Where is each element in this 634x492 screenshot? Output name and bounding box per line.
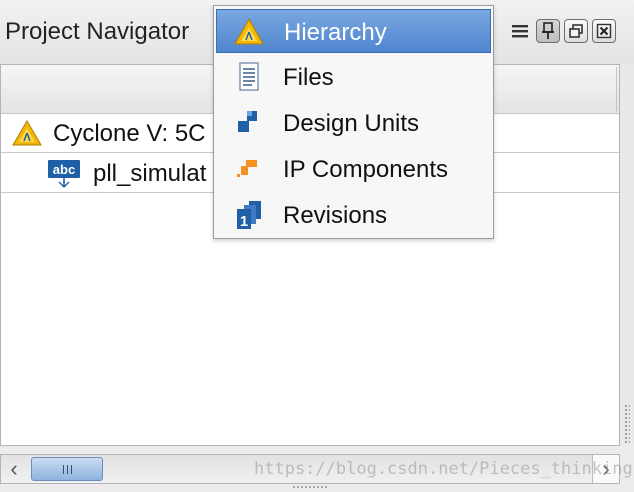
tree-row-label: Cyclone V: 5C [53,120,206,147]
ip-components-icon [232,154,264,184]
hierarchy-triangle-icon [233,17,265,47]
pin-icon[interactable] [536,19,560,43]
restore-icon[interactable] [564,19,588,43]
menu-item-label: Revisions [283,202,388,229]
close-icon[interactable] [592,19,616,43]
revisions-icon: 1 [232,200,264,230]
design-units-icon [232,108,264,138]
svg-text:abc: abc [53,162,75,177]
menu-item-design-units[interactable]: Design Units [216,101,491,145]
tree-row-label: pll_simulat [93,160,207,187]
titlebar-controls [508,19,616,43]
menu-item-revisions[interactable]: 1 Revisions [216,193,491,237]
panel-right-edge [620,64,634,446]
quartus-triangle-icon [11,119,43,154]
menu-item-label: Design Units [283,110,420,137]
menu-item-label: Files [283,64,334,91]
menu-item-label: IP Components [283,156,448,183]
resize-grip-icon[interactable] [624,404,630,444]
menu-lines-icon[interactable] [508,19,532,43]
abc-entity-icon: abc [47,159,81,196]
scroll-left-button[interactable]: ‹ [1,455,27,483]
bottom-resize-grip[interactable] [292,485,328,489]
menu-item-hierarchy[interactable]: Hierarchy [216,9,491,53]
menu-item-files[interactable]: Files [216,55,491,99]
svg-text:1: 1 [240,213,248,230]
menu-item-label: Hierarchy [284,19,387,46]
chevron-left-icon: ‹ [10,456,18,481]
watermark-text: https://blog.csdn.net/Pieces_thinking [254,459,633,479]
scrollbar-thumb[interactable] [31,457,103,481]
panel-title: Project Navigator [5,18,190,45]
column-divider [616,67,617,111]
view-dropdown-menu: Hierarchy Files Design Units IP Componen… [213,5,494,239]
menu-item-ip-components[interactable]: IP Components [216,147,491,191]
file-document-icon [232,62,264,92]
